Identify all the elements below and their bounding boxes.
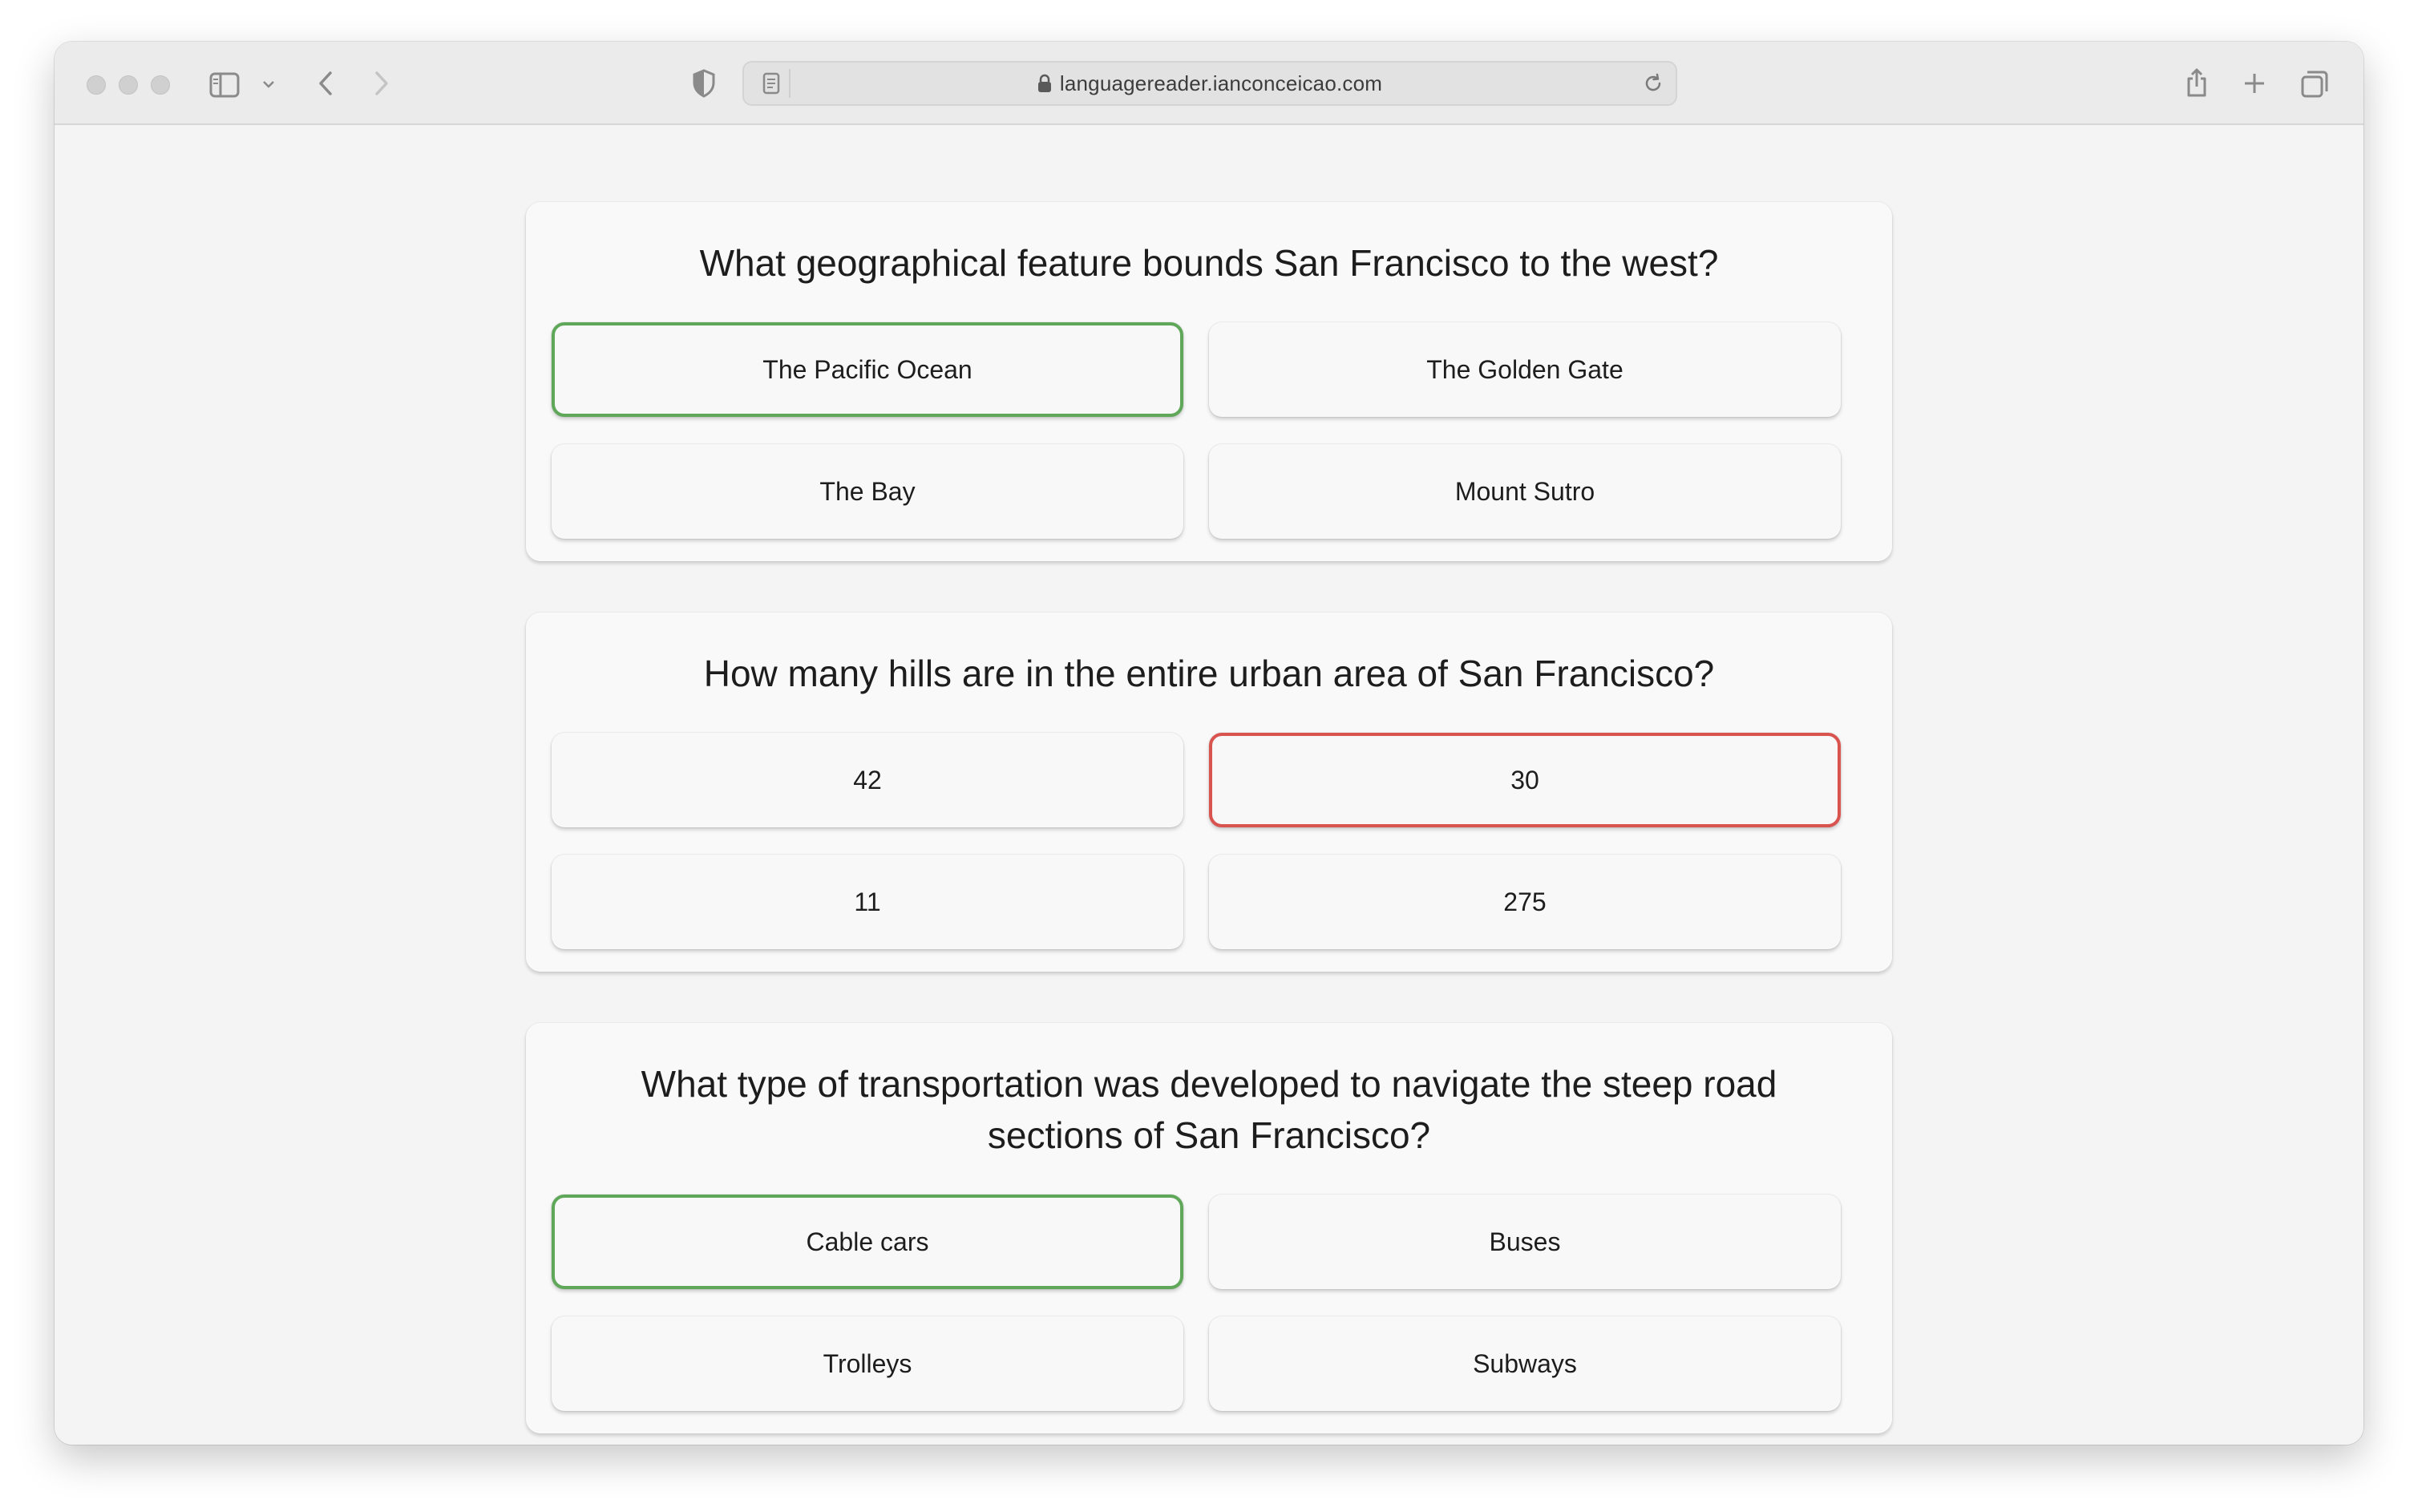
answer-option[interactable]: Subways bbox=[1209, 1316, 1841, 1411]
answer-option[interactable]: Trolleys bbox=[552, 1316, 1183, 1411]
url-text: languagereader.ianconceicao.com bbox=[1059, 71, 1383, 95]
new-tab-icon[interactable] bbox=[2238, 67, 2270, 99]
chevron-down-icon[interactable] bbox=[260, 74, 277, 95]
browser-toolbar: languagereader.ianconceicao.com bbox=[55, 42, 2363, 125]
zoom-window-button[interactable] bbox=[151, 75, 170, 95]
minimize-window-button[interactable] bbox=[119, 75, 138, 95]
answer-option[interactable]: 275 bbox=[1209, 855, 1841, 949]
url-display[interactable]: languagereader.ianconceicao.com bbox=[744, 63, 1676, 104]
question-text: How many hills are in the entire urban a… bbox=[703, 653, 1715, 694]
answer-option[interactable]: The Golden Gate bbox=[1209, 322, 1841, 417]
answer-option[interactable]: Mount Sutro bbox=[1209, 444, 1841, 539]
answer-option-correct[interactable]: Cable cars bbox=[552, 1195, 1183, 1289]
answer-option[interactable]: 42 bbox=[552, 733, 1183, 827]
browser-window: languagereader.ianconceicao.com What geo… bbox=[55, 42, 2363, 1445]
lock-icon bbox=[1037, 74, 1052, 93]
reload-icon[interactable] bbox=[1639, 69, 1668, 98]
question-text: What geographical feature bounds San Fra… bbox=[699, 242, 1719, 284]
back-icon[interactable] bbox=[311, 67, 340, 99]
question-card: What geographical feature bounds San Fra… bbox=[526, 202, 1892, 561]
question-card: What type of transportation was develope… bbox=[526, 1023, 1892, 1433]
question-card: How many hills are in the entire urban a… bbox=[526, 612, 1892, 972]
privacy-shield-icon[interactable] bbox=[688, 67, 720, 99]
sidebar-toggle-icon[interactable] bbox=[208, 69, 241, 101]
answer-option[interactable]: Buses bbox=[1209, 1195, 1841, 1289]
answer-option-wrong[interactable]: 30 bbox=[1209, 733, 1841, 827]
tab-overview-icon[interactable] bbox=[2298, 67, 2331, 101]
close-window-button[interactable] bbox=[87, 75, 106, 95]
answer-option-correct[interactable]: The Pacific Ocean bbox=[552, 322, 1183, 417]
share-icon[interactable] bbox=[2181, 64, 2213, 101]
forward-icon[interactable] bbox=[367, 67, 396, 99]
address-bar[interactable]: languagereader.ianconceicao.com bbox=[742, 61, 1677, 106]
answer-option[interactable]: The Bay bbox=[552, 444, 1183, 539]
page-content: What geographical feature bounds San Fra… bbox=[55, 125, 2363, 1445]
question-text: What type of transportation was develope… bbox=[641, 1063, 1777, 1156]
answer-option[interactable]: 11 bbox=[552, 855, 1183, 949]
